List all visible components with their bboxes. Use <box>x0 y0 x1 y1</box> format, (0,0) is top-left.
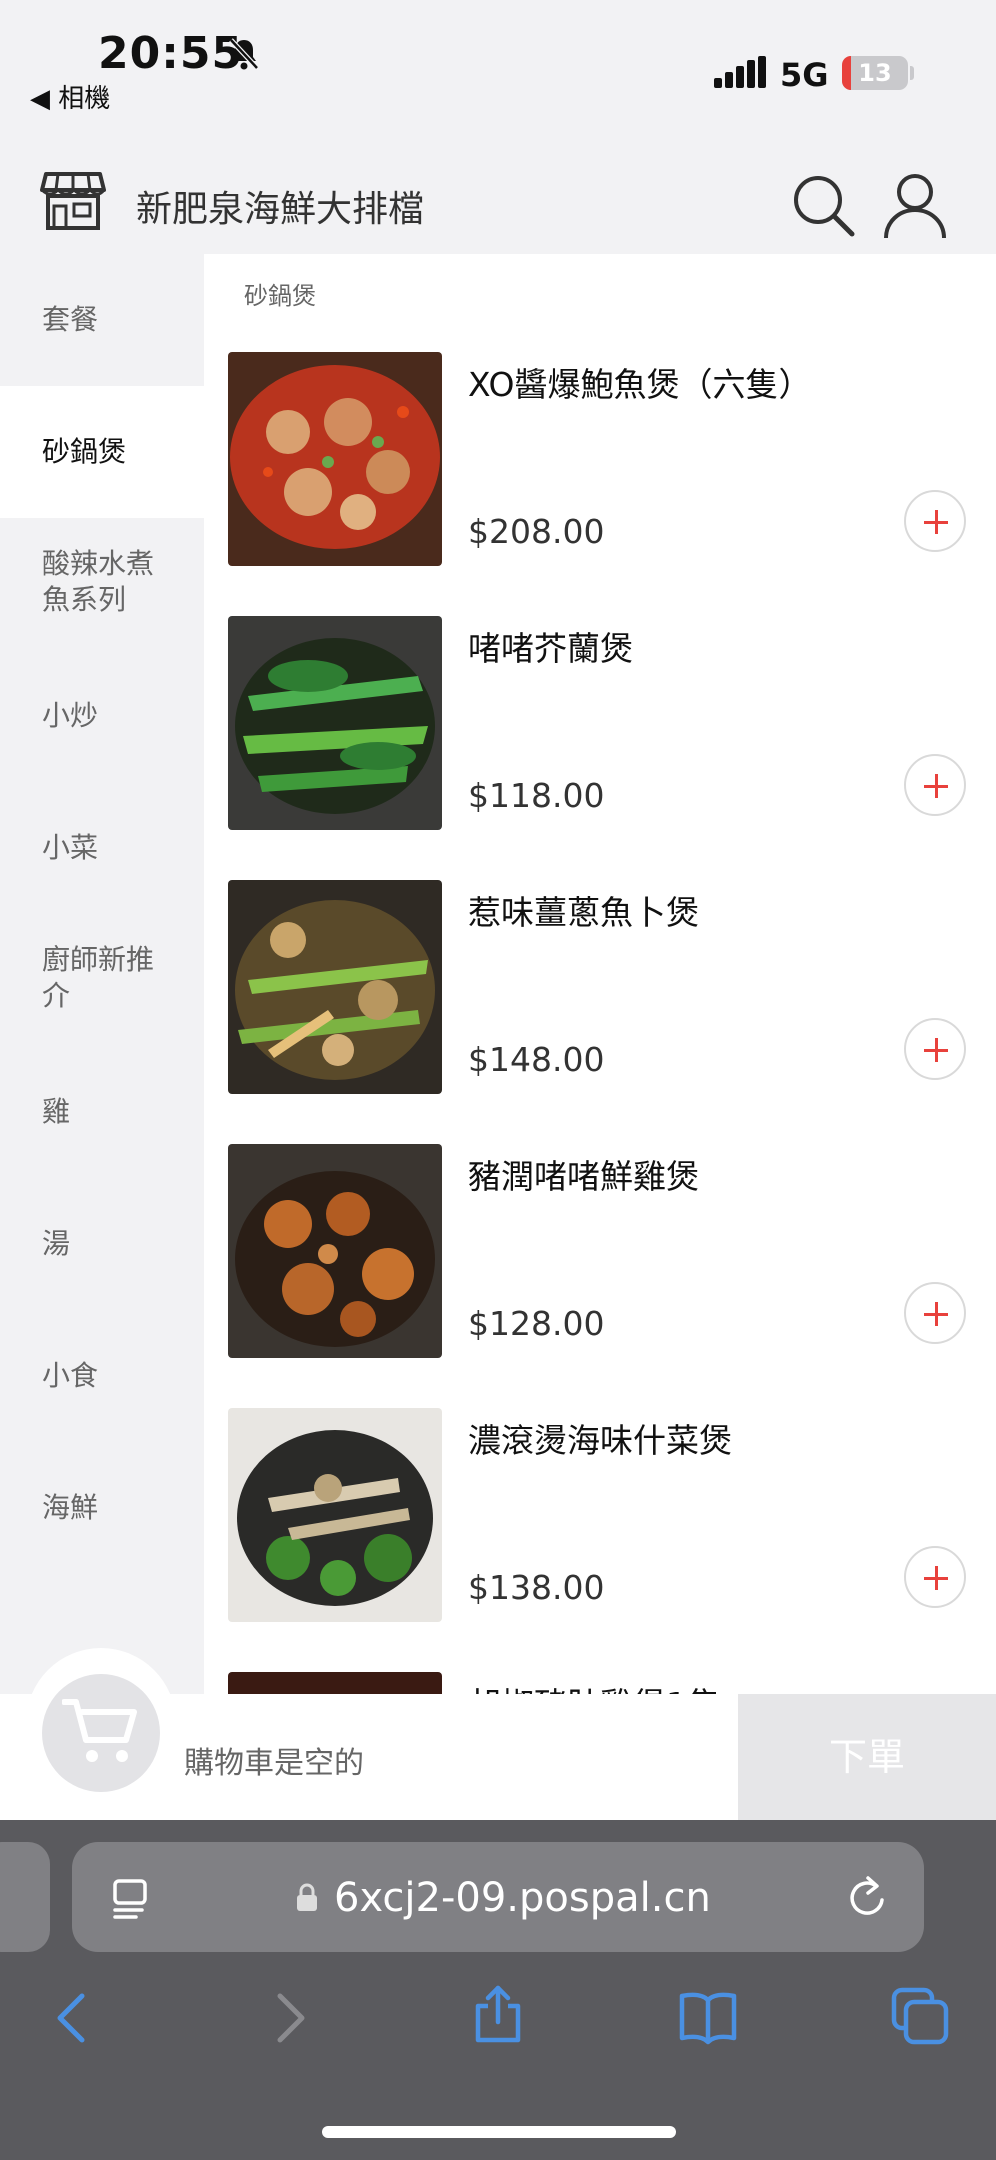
dish-price: $128.00 <box>468 1304 605 1343</box>
dish-photo <box>228 352 442 566</box>
battery-icon: 13 <box>842 56 908 90</box>
lock-icon <box>297 1883 317 1911</box>
place-order-button[interactable]: 下單 <box>738 1694 996 1820</box>
section-title: 砂鍋煲 <box>244 282 316 310</box>
home-indicator[interactable] <box>322 2126 676 2138</box>
forward-icon[interactable] <box>258 1988 318 2048</box>
network-label: 5G <box>780 56 829 94</box>
dish-item[interactable]: XO醬爆鮑魚煲（六隻） $208.00 <box>204 352 996 566</box>
sidebar-item-set-meal[interactable]: 套餐 <box>0 254 204 386</box>
previous-tab-preview[interactable] <box>0 1842 50 1952</box>
dish-name: 濃滾燙海味什菜煲 <box>468 1421 732 1460</box>
sidebar-item-label: 套餐 <box>42 303 99 336</box>
sidebar-item-label: 砂鍋煲 <box>42 435 127 468</box>
dish-photo <box>228 1144 442 1358</box>
reader-icon[interactable] <box>112 1876 156 1920</box>
dish-item[interactable]: 啫啫芥蘭煲 $118.00 <box>204 616 996 830</box>
dish-item[interactable]: 豬潤啫啫鮮雞煲 $128.00 <box>204 1144 996 1358</box>
bell-slash-icon <box>229 38 259 70</box>
reload-icon[interactable] <box>846 1874 890 1920</box>
sidebar-item-claypot[interactable]: 砂鍋煲 <box>0 386 204 518</box>
add-to-cart-button[interactable] <box>904 754 966 816</box>
search-icon[interactable] <box>790 172 856 238</box>
dish-photo <box>228 616 442 830</box>
dish-photo <box>228 880 442 1094</box>
sidebar-item-chef-recommend[interactable]: 廚師新推 介 <box>0 914 204 1046</box>
url-text: 6xcj2-09.pospal.cn <box>334 1875 711 1921</box>
sidebar-item-dishes[interactable]: 小菜 <box>0 782 204 914</box>
sidebar-item-soup[interactable]: 湯 <box>0 1178 204 1310</box>
sidebar-item-seafood[interactable]: 海鮮 <box>0 1442 204 1574</box>
sidebar-item-label: 海鮮 <box>42 1491 99 1524</box>
signal-icon <box>714 56 766 88</box>
sidebar-item-label: 小炒 <box>42 699 99 732</box>
tabs-icon[interactable] <box>890 1986 950 2046</box>
back-icon[interactable] <box>44 1988 104 2048</box>
add-to-cart-button[interactable] <box>904 1282 966 1344</box>
dish-item[interactable]: 胡椒豬肚雞煲1隻 <box>204 1672 996 1694</box>
product-list: 砂鍋煲 XO醬爆鮑魚煲（六隻） $208.00 啫啫芥蘭煲 $118.00 惹味… <box>204 254 996 1694</box>
sidebar-item-label: 小菜 <box>42 831 99 864</box>
sidebar-item-chicken[interactable]: 雞 <box>0 1046 204 1178</box>
dish-price: $208.00 <box>468 512 605 551</box>
sidebar-item-label: 廚師新推 介 <box>42 943 155 1012</box>
sidebar-item-stir-fry[interactable]: 小炒 <box>0 650 204 782</box>
add-to-cart-button[interactable] <box>904 490 966 552</box>
sidebar-item-snacks[interactable]: 小食 <box>0 1310 204 1442</box>
dish-item[interactable]: 濃滾燙海味什菜煲 $138.00 <box>204 1408 996 1622</box>
sidebar-item-spicy-fish[interactable]: 酸辣水煮 魚系列 <box>0 518 204 650</box>
category-sidebar: 套餐 砂鍋煲 酸辣水煮 魚系列 小炒 小菜 廚師新推 介 雞 湯 小食 海鮮 <box>0 254 204 1694</box>
cart-icon <box>62 1699 137 1762</box>
store-title: 新肥泉海鮮大排檔 <box>136 189 425 230</box>
status-time: 20:55 <box>98 28 244 79</box>
battery-level: 13 <box>858 59 892 87</box>
dish-photo <box>228 1672 442 1694</box>
dish-name: 啫啫芥蘭煲 <box>468 629 633 668</box>
dish-name: 胡椒豬肚雞煲1隻 <box>468 1678 720 1694</box>
dish-name: XO醬爆鮑魚煲（六隻） <box>468 365 812 404</box>
sidebar-item-label: 湯 <box>42 1227 71 1260</box>
dish-item[interactable]: 惹味薑蔥魚卜煲 $148.00 <box>204 880 996 1094</box>
dish-price: $148.00 <box>468 1040 605 1079</box>
cart-status-text: 購物車是空的 <box>184 1746 364 1781</box>
dish-photo <box>228 1408 442 1622</box>
dish-name: 惹味薑蔥魚卜煲 <box>468 893 699 932</box>
dish-price: $118.00 <box>468 776 605 815</box>
add-to-cart-button[interactable] <box>904 1018 966 1080</box>
dish-name: 豬潤啫啫鮮雞煲 <box>468 1157 699 1196</box>
sidebar-item-label: 小食 <box>42 1359 99 1392</box>
sidebar-item-label: 酸辣水煮 魚系列 <box>42 547 155 616</box>
share-icon[interactable] <box>468 1984 528 2044</box>
back-to-app-link[interactable]: ◀ 相機 <box>30 78 110 115</box>
store-icon <box>40 172 106 230</box>
sidebar-item-label: 雞 <box>42 1095 71 1128</box>
bookmarks-icon[interactable] <box>678 1988 738 2048</box>
battery-tip <box>910 66 914 80</box>
dish-price: $138.00 <box>468 1568 605 1607</box>
user-icon[interactable] <box>880 170 950 240</box>
add-to-cart-button[interactable] <box>904 1546 966 1608</box>
